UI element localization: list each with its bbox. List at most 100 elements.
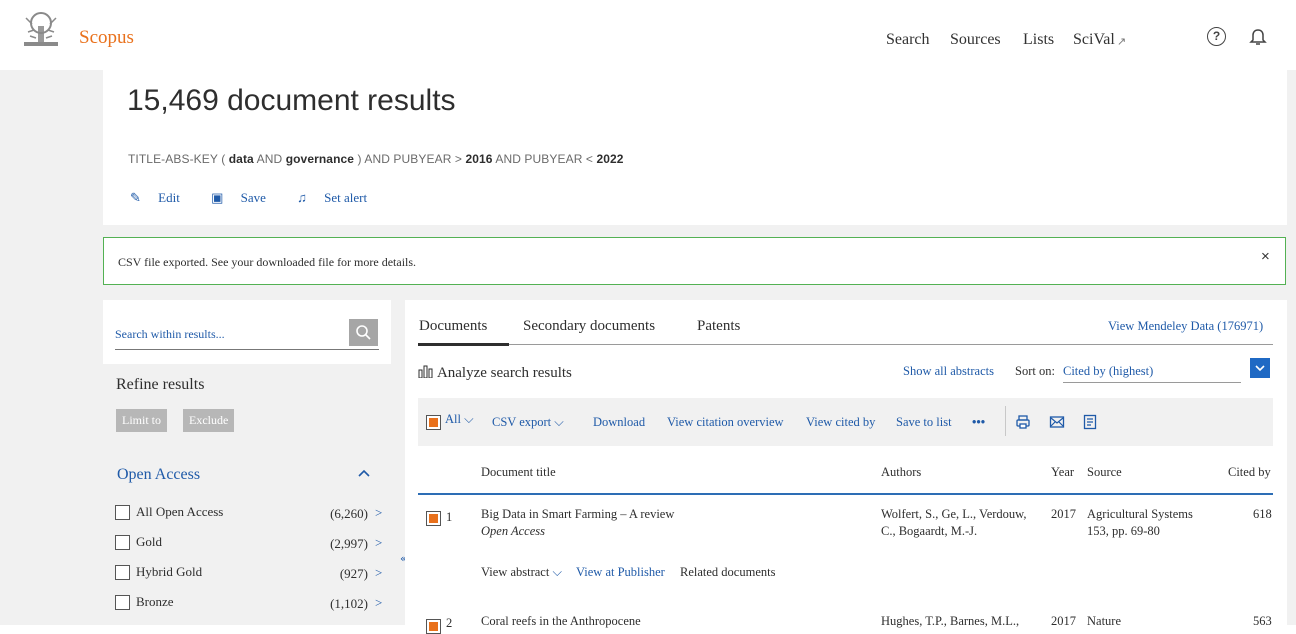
facet-count: (927) (339, 566, 368, 581)
search-underline (115, 349, 379, 350)
facet-label: Hybrid Gold (136, 564, 203, 579)
bar-chart-icon (418, 365, 433, 379)
chevron-down-icon: ⌵ (464, 412, 474, 426)
chevron-right-icon[interactable]: > (375, 565, 382, 581)
close-icon[interactable]: × (1261, 248, 1270, 265)
row-number: 1 (446, 510, 453, 524)
elsevier-logo-icon (18, 12, 64, 52)
limit-to-button[interactable]: Limit to (116, 409, 167, 432)
print-icon[interactable] (1015, 414, 1031, 430)
sort-dropdown-button[interactable] (1250, 358, 1270, 378)
column-cited-by[interactable]: Cited by (1228, 465, 1271, 480)
sort-underline (1063, 382, 1241, 383)
facet-label: Bronze (136, 594, 174, 609)
facet-count: (6,260) (330, 506, 368, 521)
view-cited-by-button[interactable]: View cited by (806, 415, 875, 430)
related-documents-link[interactable]: Related documents (680, 565, 775, 580)
view-mendeley-link[interactable]: View Mendeley Data (176971) (1108, 319, 1263, 334)
row-checkbox[interactable] (426, 511, 441, 526)
facet-label: Gold (136, 534, 162, 549)
notice-text: CSV file exported. See your downloaded f… (118, 255, 417, 269)
search-button[interactable] (349, 319, 378, 346)
view-abstract-toggle[interactable]: View abstract ⌵ (481, 565, 562, 580)
search-icon (356, 325, 371, 340)
tab-active-indicator (418, 343, 509, 346)
external-link-icon: ↗ (1117, 36, 1127, 48)
view-at-publisher-link[interactable]: View at Publisher (576, 565, 665, 580)
year: 2017 (1051, 507, 1076, 521)
chevron-up-icon[interactable] (357, 466, 371, 480)
nav-scival[interactable]: SciVal (1073, 31, 1115, 49)
column-authors[interactable]: Authors (881, 465, 921, 480)
chevron-down-icon: ⌵ (552, 565, 562, 579)
toolbar-divider (1005, 406, 1006, 436)
chevron-right-icon[interactable]: > (375, 505, 382, 521)
show-all-abstracts-link[interactable]: Show all abstracts (903, 364, 994, 379)
download-button[interactable]: Download (593, 415, 645, 430)
chevron-down-icon (1255, 365, 1265, 372)
table-header-rule (418, 493, 1273, 495)
save-to-list-button[interactable]: Save to list (896, 415, 952, 430)
bibliography-icon[interactable] (1083, 414, 1097, 430)
bell-icon[interactable] (1249, 27, 1267, 47)
year: 2017 (1051, 614, 1076, 628)
more-options-icon[interactable]: ••• (972, 415, 985, 430)
authors-line-1[interactable]: Hughes, T.P., Barnes, M.L., (881, 614, 1019, 629)
row-number: 2 (446, 616, 453, 630)
source-title[interactable]: Nature (1087, 614, 1121, 629)
search-query: TITLE-ABS-KEY ( data AND governance ) AN… (128, 152, 624, 166)
analyze-results-link[interactable]: Analyze search results (418, 364, 572, 382)
edit-button[interactable]: ✎ Edit (130, 190, 194, 205)
page-title: 15,469 document results (127, 84, 456, 117)
tab-patents[interactable]: Patents (697, 318, 740, 335)
facet-checkbox[interactable] (115, 505, 130, 520)
facet-checkbox[interactable] (115, 535, 130, 550)
refine-results-heading: Refine results (116, 376, 205, 393)
search-within-input[interactable]: Search within results... (115, 327, 225, 342)
facet-count: (1,102) (330, 596, 368, 611)
help-icon[interactable]: ? (1207, 27, 1226, 46)
email-icon[interactable] (1049, 415, 1065, 429)
view-citation-overview-button[interactable]: View citation overview (667, 415, 784, 430)
chevron-down-icon: ⌵ (554, 415, 564, 429)
sort-label: Sort on: (1015, 364, 1055, 378)
source-title[interactable]: Agricultural Systems (1087, 507, 1193, 522)
tab-secondary-documents[interactable]: Secondary documents (523, 318, 655, 335)
document-title-link[interactable]: Coral reefs in the Anthropocene (481, 614, 641, 629)
facet-count: (2,997) (330, 536, 368, 551)
select-all-checkbox[interactable] (426, 415, 441, 430)
export-notice: CSV file exported. See your downloaded f… (103, 237, 1286, 285)
authors-line-1[interactable]: Wolfert, S., Ge, L., Verdouw, (881, 507, 1027, 522)
brand-name[interactable]: Scopus (79, 27, 134, 49)
nav-sources[interactable]: Sources (950, 31, 1001, 49)
top-bar: Scopus Search Sources Lists SciVal ↗ ? (0, 0, 1296, 70)
set-alert-button[interactable]: ♫ Set alert (297, 190, 381, 205)
chevron-right-icon[interactable]: > (375, 595, 382, 611)
open-access-label: Open Access (481, 524, 545, 538)
tab-divider (418, 344, 1273, 345)
exclude-button[interactable]: Exclude (183, 409, 235, 432)
column-year[interactable]: Year (1051, 465, 1074, 480)
save-icon: ▣ (211, 190, 224, 205)
cited-by-count[interactable]: 563 (1253, 614, 1272, 629)
bell-icon: ♫ (297, 190, 307, 205)
facet-checkbox[interactable] (115, 565, 130, 580)
save-button[interactable]: ▣ Save (211, 190, 280, 205)
sort-select[interactable]: Cited by (highest) (1063, 364, 1153, 379)
chevron-right-icon[interactable]: > (375, 535, 382, 551)
query-actions: ✎ Edit ▣ Save ♫ Set alert (130, 190, 395, 206)
select-all-dropdown[interactable]: All ⌵ (445, 412, 474, 427)
document-title-link[interactable]: Big Data in Smart Farming – A review (481, 507, 674, 522)
facet-checkbox[interactable] (115, 595, 130, 610)
cited-by-count[interactable]: 618 (1253, 507, 1272, 522)
tab-documents[interactable]: Documents (419, 318, 487, 335)
nav-search[interactable]: Search (886, 31, 930, 49)
column-source[interactable]: Source (1087, 465, 1122, 480)
authors-line-2[interactable]: C., Bogaardt, M.-J. (881, 524, 977, 539)
row-checkbox[interactable] (426, 619, 441, 634)
facet-open-access[interactable]: Open Access (117, 466, 200, 484)
nav-lists[interactable]: Lists (1023, 31, 1054, 49)
csv-export-dropdown[interactable]: CSV export ⌵ (492, 415, 564, 430)
source-volume: 153, pp. 69-80 (1087, 524, 1160, 538)
column-document-title[interactable]: Document title (481, 465, 556, 480)
